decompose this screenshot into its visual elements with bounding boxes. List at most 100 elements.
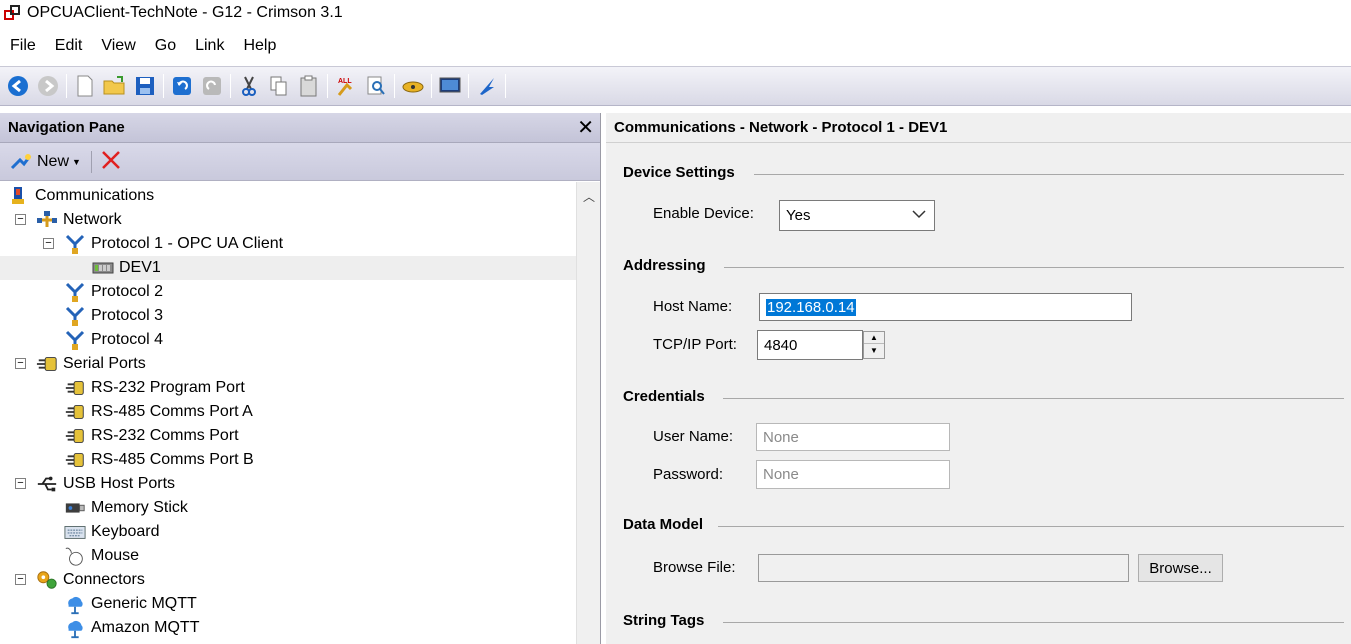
- section-addressing: Addressing: [623, 257, 706, 274]
- tree-item-label: RS-485 Comms Port A: [91, 403, 253, 420]
- chevron-up-icon[interactable]: ︿: [583, 188, 595, 205]
- tree-item-serial-ports[interactable]: − Serial Ports: [0, 352, 576, 376]
- user-name-placeholder: None: [763, 428, 799, 446]
- menu-view[interactable]: View: [91, 37, 144, 55]
- section-divider: [723, 622, 1344, 623]
- tree-item-communications[interactable]: Communications: [0, 184, 576, 208]
- new-item-icon: [10, 152, 32, 172]
- tree-item-label: USB Host Ports: [63, 475, 176, 492]
- section-data-model: Data Model: [623, 516, 704, 533]
- tree-item-usb-host-ports[interactable]: − USB Host Ports: [0, 472, 576, 496]
- compile-all-icon[interactable]: ALL: [333, 73, 359, 99]
- host-name-label: Host Name:: [653, 298, 733, 315]
- new-button[interactable]: New ▼: [10, 152, 81, 172]
- forward-icon[interactable]: [35, 73, 61, 99]
- menu-link[interactable]: Link: [185, 37, 233, 55]
- tree-item-label: Memory Stick: [91, 499, 188, 516]
- collapse-toggle-icon[interactable]: −: [15, 478, 26, 489]
- protocol-icon: [64, 234, 86, 254]
- tree-item-rs-485-comms-port-a[interactable]: RS-485 Comms Port A: [0, 400, 576, 424]
- mouse-icon: [64, 546, 86, 566]
- tree-item-generic-mqtt[interactable]: Generic MQTT: [0, 592, 576, 616]
- tree-item-protocol-4[interactable]: Protocol 4: [0, 328, 576, 352]
- new-file-icon[interactable]: [72, 73, 98, 99]
- send-icon[interactable]: [474, 73, 500, 99]
- menu-bar: File Edit View Go Link Help: [0, 30, 1351, 62]
- tree-item-protocol-1-opc-ua-client[interactable]: − Protocol 1 - OPC UA Client: [0, 232, 576, 256]
- toolbar-separator: [394, 74, 395, 98]
- tree-item-label: Serial Ports: [63, 355, 146, 372]
- tcp-port-input[interactable]: 4840: [757, 330, 863, 360]
- cloud-icon: [64, 618, 86, 639]
- tcp-port-stepper[interactable]: ▲ ▼: [863, 331, 885, 359]
- collapse-toggle-icon[interactable]: −: [15, 574, 26, 585]
- toolbar-separator: [230, 74, 231, 98]
- undo-icon[interactable]: [169, 73, 195, 99]
- save-icon[interactable]: [132, 73, 158, 99]
- chevron-down-icon: ▼: [72, 156, 81, 167]
- menu-file[interactable]: File: [0, 37, 45, 55]
- browse-button[interactable]: Browse...: [1138, 554, 1223, 582]
- memory-stick-icon: [64, 498, 86, 518]
- toolbar-separator: [66, 74, 67, 98]
- menu-edit[interactable]: Edit: [45, 37, 92, 55]
- delete-icon[interactable]: [100, 149, 122, 175]
- port-icon: [64, 378, 86, 398]
- password-input[interactable]: None: [756, 460, 950, 489]
- tree-item-mouse[interactable]: Mouse: [0, 544, 576, 568]
- tree-item-rs-485-comms-port-b[interactable]: RS-485 Comms Port B: [0, 448, 576, 472]
- menu-help[interactable]: Help: [233, 37, 285, 55]
- tree-item-connectors[interactable]: − Connectors: [0, 568, 576, 592]
- section-divider: [724, 267, 1344, 268]
- enable-device-value: Yes: [786, 207, 811, 224]
- back-icon[interactable]: [5, 73, 31, 99]
- collapse-toggle-icon[interactable]: −: [15, 358, 26, 369]
- tree-item-amazon-mqtt[interactable]: Amazon MQTT: [0, 616, 576, 640]
- tree-item-protocol-2[interactable]: Protocol 2: [0, 280, 576, 304]
- link-icon[interactable]: [400, 73, 426, 99]
- enable-device-select[interactable]: Yes: [779, 200, 935, 231]
- tree-scrollbar[interactable]: ︿: [576, 182, 600, 644]
- protocol-icon: [64, 306, 86, 326]
- tree-item-dev1[interactable]: DEV1: [0, 256, 576, 280]
- stepper-down-icon[interactable]: ▼: [864, 344, 884, 356]
- crimson-app-icon: [3, 4, 21, 22]
- tree-item-memory-stick[interactable]: Memory Stick: [0, 496, 576, 520]
- redo-icon[interactable]: [199, 73, 225, 99]
- stepper-up-icon[interactable]: ▲: [864, 332, 884, 344]
- tree-item-rs-232-program-port[interactable]: RS-232 Program Port: [0, 376, 576, 400]
- toolbar-separator: [163, 74, 164, 98]
- close-icon[interactable]: ✕: [577, 115, 594, 140]
- navigation-toolbar: New ▼: [0, 143, 600, 181]
- toolbar: ALL: [0, 66, 1351, 106]
- tree-item-network[interactable]: − Network: [0, 208, 576, 232]
- port-icon: [64, 426, 86, 446]
- toolbar-separator: [90, 150, 92, 173]
- password-label: Password:: [653, 466, 724, 483]
- user-name-input[interactable]: None: [756, 423, 950, 451]
- cut-icon[interactable]: [236, 73, 262, 99]
- port-icon: [64, 402, 86, 422]
- tree-item-rs-232-comms-port[interactable]: RS-232 Comms Port: [0, 424, 576, 448]
- chevron-down-icon: [912, 208, 926, 222]
- window-title: OPCUAClient-TechNote - G12 - Crimson 3.1: [27, 4, 343, 21]
- paste-icon[interactable]: [296, 73, 322, 99]
- find-icon[interactable]: [363, 73, 389, 99]
- copy-icon[interactable]: [266, 73, 292, 99]
- tree-item-label: RS-485 Comms Port B: [91, 451, 254, 468]
- collapse-toggle-icon[interactable]: −: [15, 214, 26, 225]
- display-icon[interactable]: [437, 73, 463, 99]
- collapse-toggle-icon[interactable]: −: [43, 238, 54, 249]
- open-folder-icon[interactable]: [102, 73, 128, 99]
- tree-item-label: RS-232 Program Port: [91, 379, 245, 396]
- browse-file-input[interactable]: [758, 554, 1129, 582]
- navigation-pane: Navigation Pane ✕ New ▼ Communications − N…: [0, 113, 601, 644]
- menu-go[interactable]: Go: [145, 37, 185, 55]
- navigation-tree: Communications − Network − Protocol 1 - OPC …: [0, 182, 576, 644]
- tree-item-protocol-3[interactable]: Protocol 3: [0, 304, 576, 328]
- tree-item-label: Mouse: [91, 547, 140, 564]
- tree-item-keyboard[interactable]: Keyboard: [0, 520, 576, 544]
- protocol-icon: [64, 330, 86, 350]
- network-icon: [36, 210, 58, 230]
- host-name-input[interactable]: 192.168.0.14: [759, 293, 1132, 321]
